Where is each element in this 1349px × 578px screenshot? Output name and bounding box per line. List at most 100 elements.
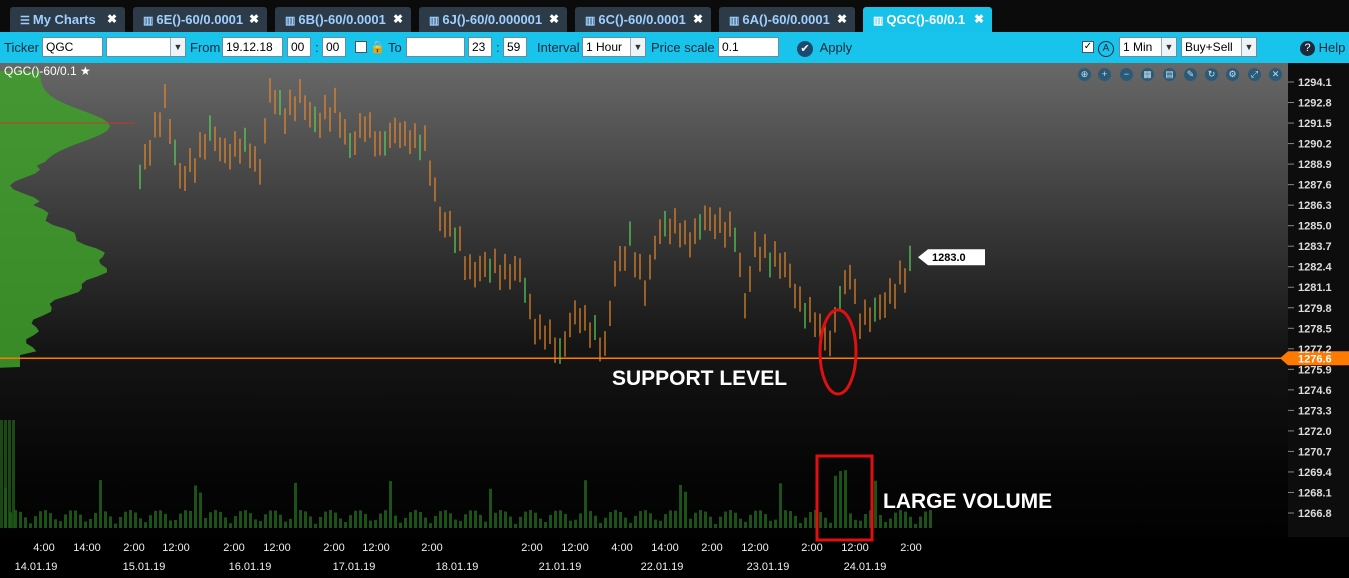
volume-bar bbox=[754, 510, 757, 528]
time-tick-label: 2:00 bbox=[521, 542, 542, 554]
volume-bar bbox=[689, 518, 692, 528]
price-tick-label: 1279.8 bbox=[1298, 303, 1332, 315]
volume-bar bbox=[49, 513, 52, 528]
volume-bar bbox=[289, 518, 292, 528]
volume-bar bbox=[404, 517, 407, 528]
price-tick-label: 1266.8 bbox=[1298, 508, 1332, 520]
volume-bar bbox=[0, 420, 3, 528]
time-tick-label: 2:00 bbox=[701, 542, 722, 554]
volume-bar bbox=[64, 514, 67, 528]
volume-bar bbox=[254, 519, 257, 528]
volume-bar bbox=[264, 514, 267, 528]
volume-bar bbox=[619, 512, 622, 528]
volume-bar bbox=[84, 521, 87, 528]
volume-bar bbox=[759, 510, 762, 528]
volume-bar bbox=[904, 511, 907, 528]
price-tick-label: 1270.7 bbox=[1298, 446, 1332, 458]
volume-bar bbox=[724, 511, 727, 528]
volume-bar bbox=[674, 510, 677, 528]
time-tick-label: 2:00 bbox=[801, 542, 822, 554]
volume-bar bbox=[24, 517, 27, 528]
price-tick-label: 1275.9 bbox=[1298, 364, 1332, 376]
volume-bar bbox=[669, 510, 672, 528]
price-tick-label: 1287.6 bbox=[1298, 180, 1332, 192]
volume-bar bbox=[304, 511, 307, 528]
star-icon[interactable]: ★ bbox=[80, 64, 91, 78]
date-tick-label: 22.01.19 bbox=[641, 561, 684, 573]
volume-bar bbox=[729, 510, 732, 528]
volume-bar bbox=[309, 516, 312, 528]
volume-bar bbox=[364, 513, 367, 528]
volume-bar bbox=[819, 512, 822, 528]
price-tick-label: 1286.3 bbox=[1298, 200, 1332, 212]
volume-bar bbox=[339, 518, 342, 528]
volume-bar bbox=[719, 516, 722, 528]
support-annotation-circle bbox=[818, 308, 858, 396]
date-tick-label: 21.01.19 bbox=[539, 561, 582, 573]
volume-bar bbox=[824, 517, 827, 528]
volume-bar bbox=[299, 510, 302, 528]
volume-bar bbox=[789, 511, 792, 528]
volume-bar bbox=[284, 521, 287, 528]
volume-bar bbox=[894, 512, 897, 528]
time-tick-label: 12:00 bbox=[362, 542, 390, 554]
zoom-out-icon[interactable]: − bbox=[1120, 68, 1133, 81]
volume-bar bbox=[919, 516, 922, 528]
volume-bar bbox=[859, 520, 862, 528]
zoom-in-icon[interactable]: + bbox=[1098, 68, 1111, 81]
volume-bar bbox=[39, 511, 42, 528]
time-tick-label: 2:00 bbox=[223, 542, 244, 554]
time-tick-label: 12:00 bbox=[561, 542, 589, 554]
volume-bar bbox=[444, 510, 447, 528]
volume-bar bbox=[519, 516, 522, 528]
volume-bar bbox=[324, 511, 327, 528]
volume-bar bbox=[389, 480, 392, 528]
volume-bar bbox=[704, 511, 707, 528]
volume-bar bbox=[644, 510, 647, 528]
volume-bar bbox=[649, 513, 652, 528]
volume-bar bbox=[204, 517, 207, 528]
volume-bar bbox=[144, 522, 147, 528]
refresh-icon[interactable]: ↻ bbox=[1205, 68, 1218, 81]
volume-bar bbox=[734, 512, 737, 528]
time-tick-label: 12:00 bbox=[162, 542, 190, 554]
grid-icon[interactable]: ▦ bbox=[1141, 68, 1154, 81]
maximize-icon[interactable]: ⤢ bbox=[1248, 68, 1261, 81]
time-tick-label: 14:00 bbox=[651, 542, 679, 554]
volume-bar bbox=[574, 519, 577, 528]
volume-bar bbox=[459, 520, 462, 528]
time-tick-label: 12:00 bbox=[263, 542, 291, 554]
volume-bar bbox=[94, 512, 97, 528]
volume-bar bbox=[579, 513, 582, 528]
settings-icon[interactable]: ⚙ bbox=[1226, 68, 1239, 81]
volume-bar bbox=[329, 510, 332, 528]
chart-title: QGC()-60/0.1 ★ bbox=[4, 64, 91, 78]
volume-bar bbox=[354, 510, 357, 528]
volume-bar bbox=[139, 518, 142, 528]
volume-bar bbox=[4, 420, 7, 528]
volume-bar bbox=[219, 511, 222, 528]
volume-bar bbox=[589, 511, 592, 528]
volume-bar bbox=[499, 510, 502, 528]
volume-bar bbox=[319, 516, 322, 528]
draw-icon[interactable]: ✎ bbox=[1184, 68, 1197, 81]
volume-bar bbox=[34, 516, 37, 528]
date-tick-label: 23.01.19 bbox=[747, 561, 790, 573]
grid-icon[interactable]: ▤ bbox=[1163, 68, 1176, 81]
volume-bar bbox=[429, 523, 432, 528]
price-tick-label: 1277.2 bbox=[1298, 344, 1332, 356]
volume-bar bbox=[584, 480, 587, 528]
zoom-fit-icon[interactable]: ⊕ bbox=[1078, 68, 1091, 81]
volume-bar bbox=[524, 511, 527, 528]
close-icon[interactable]: ✕ bbox=[1269, 68, 1282, 81]
volume-bar bbox=[294, 482, 297, 528]
price-tick-label: 1288.9 bbox=[1298, 159, 1332, 171]
volume-bar bbox=[709, 516, 712, 528]
volume-bar bbox=[599, 522, 602, 528]
price-tick-label: 1272.0 bbox=[1298, 426, 1332, 438]
volume-bar bbox=[379, 513, 382, 528]
volume-bar bbox=[569, 520, 572, 528]
volume-bar bbox=[54, 519, 57, 528]
price-chart[interactable]: 1276.61294.11292.81291.51290.21288.91287… bbox=[0, 0, 1349, 578]
volume-bar bbox=[654, 519, 657, 528]
